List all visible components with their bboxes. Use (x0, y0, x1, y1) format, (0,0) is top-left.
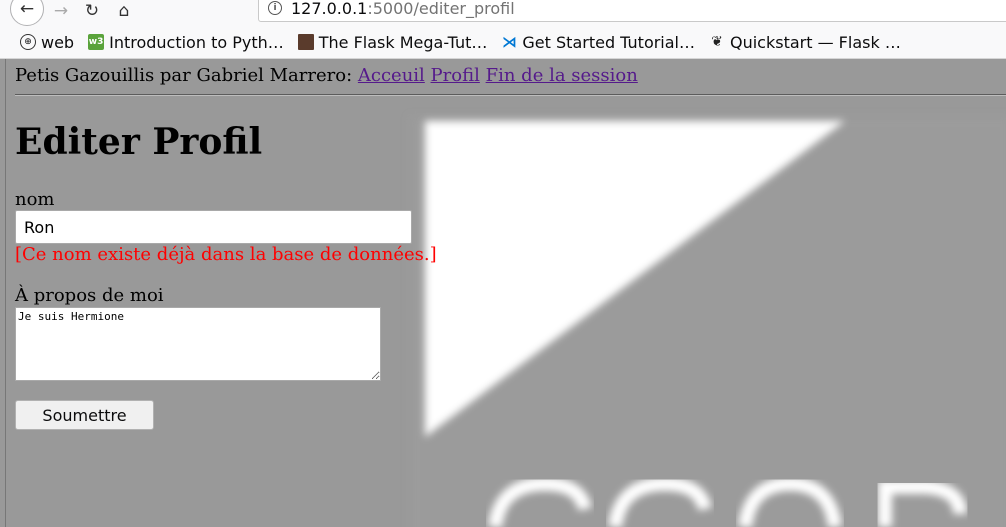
vscode-icon: ⋊ (501, 33, 517, 51)
url-host: 127.0.0.1 (291, 0, 368, 18)
about-label: À propos de moi (15, 285, 164, 306)
reload-icon[interactable]: ↻ (81, 0, 103, 22)
bookmark-flask-mega[interactable]: The Flask Mega-Tut… (297, 32, 488, 52)
nav-link-profil[interactable]: Profil (431, 65, 480, 86)
bookmark-label: Introduction to Pyth… (109, 32, 284, 52)
flask-icon: ❦ (711, 34, 723, 50)
page-title: Editer Profil (15, 121, 263, 163)
bookmarks-bar: ⊕ web w3 Introduction to Pyth… The Flask… (0, 30, 1006, 54)
site-nav-prefix: Petis Gazouillis par Gabriel Marrero: (15, 65, 353, 86)
bookmark-web[interactable]: ⊕ web (20, 33, 74, 52)
bookmark-quickstart[interactable]: ❦ Quickstart — Flask … (709, 33, 901, 52)
about-textarea[interactable]: Je suis Hermione (15, 307, 381, 381)
info-icon[interactable]: i (268, 1, 282, 15)
page-content: Petis Gazouillis par Gabriel Marrero: Ac… (0, 59, 1006, 527)
nom-error-message: [Ce nom existe déjà dans la base de donn… (15, 244, 437, 265)
globe-icon: ⊕ (20, 34, 36, 50)
nav-link-logout[interactable]: Fin de la session (486, 65, 638, 86)
url-path: :5000/editer_profil (367, 0, 515, 18)
submit-button[interactable]: Soumettre (15, 400, 154, 430)
back-arrow-icon[interactable]: ← (10, 0, 44, 26)
nom-label: nom (15, 189, 55, 210)
bookmark-vscode[interactable]: ⋊ Get Started Tutorial… (501, 33, 695, 52)
bookmark-python[interactable]: w3 Introduction to Pyth… (88, 33, 284, 52)
bookmark-label: Quickstart — Flask … (730, 32, 901, 52)
bookmark-label: The Flask Mega-Tut… (318, 32, 488, 52)
forward-arrow-icon[interactable]: → (50, 0, 72, 22)
nav-link-acceuil[interactable]: Acceuil (358, 65, 425, 86)
bookmark-label: web (41, 32, 75, 52)
bookmark-label: Get Started Tutorial… (522, 32, 695, 52)
flask-mega-icon (297, 34, 314, 50)
home-icon[interactable]: ⌂ (113, 0, 135, 22)
site-nav: Petis Gazouillis par Gabriel Marrero: Ac… (15, 65, 638, 86)
page-left-edge (5, 59, 6, 527)
browser-navbar: ← → ↻ ⌂ i 127.0.0.1:5000/editer_profil (0, 0, 1006, 26)
python-icon: w3 (88, 34, 105, 50)
nom-input[interactable] (15, 210, 412, 244)
browser-chrome: ← → ↻ ⌂ i 127.0.0.1:5000/editer_profil ⊕… (0, 0, 1006, 59)
url-bar[interactable]: i 127.0.0.1:5000/editer_profil (258, 0, 1006, 22)
divider (15, 94, 1006, 96)
